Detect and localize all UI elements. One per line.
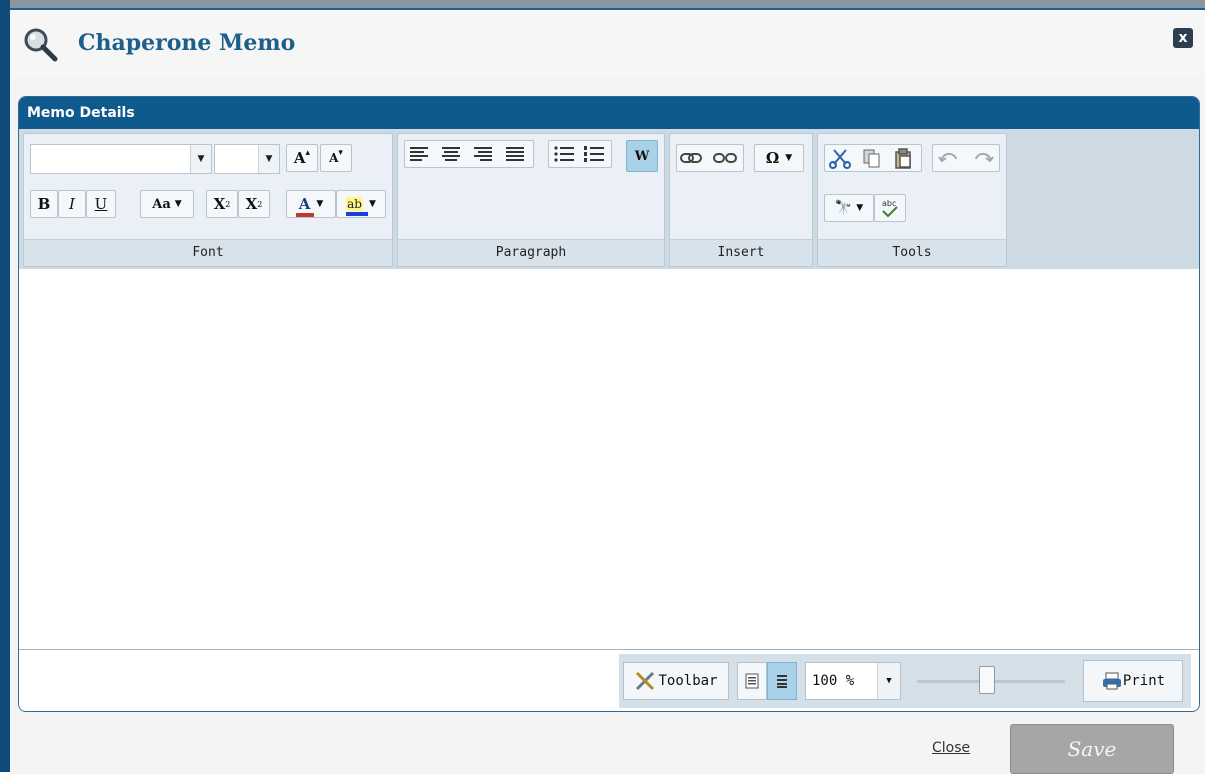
superscript-mark: 2 (225, 199, 231, 209)
bullet-number-list-icons (554, 146, 604, 162)
highlight-color-bar (346, 212, 369, 216)
tools-group-label: Tools (818, 239, 1006, 266)
font-name-select[interactable]: ▼ (30, 144, 212, 174)
close-link[interactable]: Close (932, 740, 970, 756)
spellcheck-button[interactable]: abc (874, 194, 906, 222)
zoom-value: 100 % (812, 673, 855, 689)
toolbar-toggle-button[interactable]: Toolbar (623, 662, 729, 700)
zoom-slider-thumb[interactable] (979, 666, 995, 694)
close-dialog-icon[interactable]: x (1173, 28, 1193, 48)
font-color-button[interactable]: A ▼ (286, 190, 336, 218)
dialog-title-bar: Chaperone Memo x (10, 10, 1205, 76)
alignment-buttons (404, 140, 534, 168)
alignment-icons (410, 147, 524, 161)
editor-status-bar: Toolbar 100 % ▼ Print (19, 649, 1199, 711)
highlight-color-button[interactable]: ab ▼ (336, 190, 386, 218)
subscript-label: X (245, 195, 258, 213)
subscript-button[interactable]: X2 (238, 190, 270, 218)
link-unlink-buttons[interactable] (676, 144, 744, 172)
list-buttons (548, 140, 612, 168)
memo-details-panel: Memo Details ▼ ▼ A ▴ A ▾ B I U Aa ▼ X 2 … (18, 96, 1200, 712)
cut-copy-paste-buttons[interactable] (824, 144, 922, 172)
paragraph-group: W Paragraph (397, 133, 665, 267)
status-controls: Toolbar 100 % ▼ Print (619, 654, 1191, 708)
superscript-button[interactable]: X2 (206, 190, 238, 218)
tools-group: 🔭 ▼ abc Tools (817, 133, 1007, 267)
dialog-title: Chaperone Memo (78, 30, 296, 56)
print-label: Print (1122, 673, 1166, 689)
underline-button[interactable]: U (86, 190, 116, 218)
omega-icon: Ω (765, 149, 780, 167)
undo-redo-buttons[interactable] (932, 144, 1000, 172)
font-group: ▼ ▼ A ▴ A ▾ B I U Aa ▼ X 2 X 2 A ▼ ab ▼ … (23, 133, 393, 267)
bold-button[interactable]: B (30, 190, 58, 218)
chevron-down-icon: ▼ (174, 199, 182, 209)
font-color-bar (295, 213, 314, 217)
html-view-button[interactable] (767, 662, 797, 700)
memo-details-header: Memo Details (19, 97, 1199, 129)
highlight-label: ab (347, 197, 362, 211)
chevron-down-icon: ▼ (316, 199, 324, 209)
grow-arrow-icon: ▴ (305, 148, 311, 158)
subscript-mark: 2 (257, 199, 263, 209)
binoculars-icon: 🔭 (834, 200, 853, 216)
lines-view-icon (777, 675, 787, 688)
find-button[interactable]: 🔭 ▼ (824, 194, 874, 222)
shrink-font-label: A (329, 151, 339, 165)
print-button[interactable]: Print (1083, 660, 1183, 702)
magnifier-icon (24, 28, 58, 62)
page-view-icon (745, 673, 759, 689)
chaperone-memo-dialog: Chaperone Memo x Memo Details ▼ ▼ A ▴ A ▾ (10, 8, 1205, 774)
zoom-select[interactable]: 100 % ▼ (805, 662, 901, 700)
grow-font-button[interactable]: A ▴ (286, 144, 318, 172)
undo-redo-icons (938, 152, 994, 163)
superscript-label: X (213, 195, 226, 213)
chevron-down-icon: ▼ (190, 145, 211, 173)
change-case-button[interactable]: Aa ▼ (140, 190, 194, 218)
chevron-down-icon: ▼ (368, 199, 376, 209)
italic-label: I (69, 195, 75, 213)
italic-button[interactable]: I (58, 190, 86, 218)
word-button[interactable]: W (626, 140, 658, 172)
design-view-button[interactable] (737, 662, 767, 700)
link-icon (680, 153, 737, 163)
chevron-down-icon: ▼ (258, 145, 279, 173)
insert-group: Ω ▼ Insert (669, 133, 813, 267)
editor-ribbon: ▼ ▼ A ▴ A ▾ B I U Aa ▼ X 2 X 2 A ▼ ab ▼ … (19, 129, 1199, 269)
chevron-down-icon: ▼ (877, 663, 900, 699)
font-size-select[interactable]: ▼ (214, 144, 280, 174)
svg-text:abc: abc (882, 199, 896, 208)
font-color-label: A (298, 195, 311, 213)
printer-icon (1102, 672, 1121, 690)
save-button[interactable]: Save (1010, 724, 1174, 774)
spellcheck-icon: abc (882, 199, 898, 218)
toolbar-label: Toolbar (658, 673, 718, 689)
font-group-label: Font (24, 239, 392, 266)
insert-symbol-button[interactable]: Ω ▼ (754, 144, 804, 172)
tools-icon (636, 671, 655, 691)
word-label: W (634, 148, 650, 164)
cut-copy-paste-icons (829, 148, 911, 169)
insert-group-label: Insert (670, 239, 812, 266)
memo-editor-area[interactable] (19, 269, 1199, 649)
shrink-font-button[interactable]: A ▾ (320, 144, 352, 172)
bold-label: B (37, 195, 51, 213)
grow-font-label: A (293, 149, 306, 167)
shrink-arrow-icon: ▾ (338, 148, 343, 158)
paragraph-group-label: Paragraph (398, 239, 664, 266)
underline-label: U (94, 195, 108, 213)
change-case-label: Aa (152, 196, 171, 212)
chevron-down-icon: ▼ (785, 153, 793, 163)
chevron-down-icon: ▼ (856, 203, 864, 213)
background-left-strip (0, 0, 10, 772)
